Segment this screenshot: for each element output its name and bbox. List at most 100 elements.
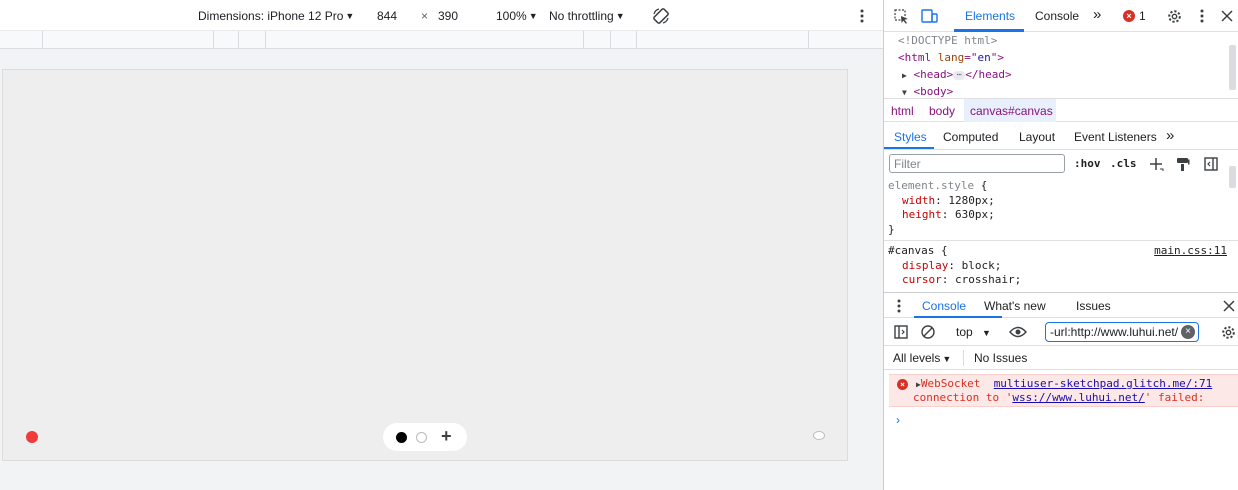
live-expression-eye-icon[interactable] (1008, 324, 1028, 340)
prop-name: cursor (902, 273, 942, 286)
console-prompt[interactable]: › (896, 413, 900, 427)
style-prop-cursor[interactable]: cursor: crosshair; (902, 273, 1021, 288)
throttling-dropdown[interactable]: No throttling ▼ (549, 9, 625, 23)
inspect-element-icon[interactable] (893, 8, 909, 24)
breadcrumb-body[interactable]: body (929, 104, 955, 118)
collapse-arrow-icon[interactable]: ▼ (902, 88, 907, 97)
clear-filter-icon[interactable]: × (1181, 325, 1195, 339)
error-icon: × (897, 379, 908, 390)
caret-down-icon: ▼ (982, 328, 991, 338)
close-drawer-icon[interactable] (1222, 299, 1236, 313)
paint-brush-icon[interactable] (1175, 156, 1191, 172)
zoom-label: 100% (496, 9, 527, 23)
tab-event-listeners[interactable]: Event Listeners (1074, 130, 1157, 144)
add-color-icon[interactable]: + (441, 427, 452, 445)
ruler-mark (213, 31, 214, 49)
style-prop-height[interactable]: height: 630px; (902, 208, 995, 223)
error-source-link[interactable]: multiuser-sketchpad.glitch.me/:71 (994, 377, 1213, 390)
prop-name: display (902, 259, 949, 272)
html-attr-eq: =" (964, 51, 978, 64)
breadcrumb-html[interactable]: html (891, 104, 914, 118)
error-count[interactable]: 1 (1139, 9, 1146, 23)
console-error-message[interactable]: × ▶WebSocket multiuser-sketchpad.glitch.… (889, 374, 1238, 407)
context-selector[interactable]: top ▼ (956, 325, 991, 339)
console-filter-input[interactable]: -url:http://www.luhui.net/ (1045, 322, 1199, 342)
body-node[interactable]: ▼ <body> (902, 83, 953, 98)
canvas-rule[interactable]: #canvas { (888, 244, 948, 259)
devtools-tabbar: Elements Console » × 1 (884, 0, 1238, 32)
head-open-tag: <head> (913, 68, 954, 81)
drawer-menu-icon[interactable] (894, 298, 904, 314)
tab-elements[interactable]: Elements (965, 9, 1015, 23)
toggle-sidebar-icon[interactable] (1203, 156, 1219, 172)
error-url-link[interactable]: wss://www.luhui.net/ (1012, 391, 1144, 404)
html-attr-name: lang (937, 51, 965, 64)
caret-down-icon: ▼ (615, 11, 625, 21)
drawer-tab-console[interactable]: Console (922, 299, 966, 313)
caret-down-icon: ▼ (942, 354, 952, 364)
drawer-tab-issues[interactable]: Issues (1076, 299, 1111, 313)
more-tabs-icon[interactable]: » (1166, 127, 1174, 144)
clear-console-icon[interactable] (920, 324, 936, 340)
console-sidebar-icon[interactable] (893, 324, 909, 340)
ruler-mark (636, 31, 637, 49)
device-toggle-icon[interactable] (920, 8, 938, 24)
width-input[interactable]: 844 (377, 9, 397, 23)
head-node[interactable]: ▶ <head> ⋯ </head> (902, 66, 1012, 84)
tab-styles[interactable]: Styles (894, 130, 927, 144)
media-query-ruler[interactable] (0, 31, 883, 49)
devtools-panel: Elements Console » × 1 <!DOCTYPE html> <… (883, 0, 1238, 490)
dom-scrollbar[interactable] (1229, 45, 1236, 90)
html-attr-value: en (977, 51, 991, 64)
doctype-node[interactable]: <!DOCTYPE html> (898, 32, 997, 49)
more-options-icon[interactable] (855, 8, 869, 24)
collapsed-ellipsis-icon[interactable]: ⋯ (953, 70, 966, 80)
chat-bubble-icon[interactable] (813, 431, 825, 440)
more-tabs-icon[interactable]: » (1093, 6, 1101, 23)
html-node[interactable]: <html lang="en"> (898, 49, 1004, 66)
head-close-tag: </head> (965, 68, 1012, 81)
issues-status[interactable]: No Issues (974, 351, 1027, 365)
tab-layout[interactable]: Layout (1019, 130, 1055, 144)
styles-filter-input[interactable]: Filter (889, 154, 1065, 173)
height-input[interactable]: 390 (438, 9, 458, 23)
element-style-rule[interactable]: element.style { (888, 179, 987, 194)
new-style-rule-icon[interactable] (1148, 156, 1164, 172)
sketchpad-canvas[interactable]: + (2, 69, 848, 461)
tab-computed[interactable]: Computed (943, 130, 998, 144)
device-dimensions-dropdown[interactable]: Dimensions: iPhone 12 Pro ▼ (198, 9, 354, 23)
drawer-tab-whats-new[interactable]: What's new (984, 299, 1046, 313)
black-color-swatch[interactable] (396, 432, 407, 443)
tab-console[interactable]: Console (1035, 9, 1079, 23)
styles-tabbar: Styles Computed Layout Event Listeners » (884, 124, 1238, 150)
rule-open-brace: { (974, 179, 988, 192)
prop-value: block (961, 259, 995, 272)
rule-divider (884, 240, 1238, 241)
rotate-icon[interactable] (651, 6, 671, 26)
source-link[interactable]: main.css:11 (1154, 244, 1227, 259)
hov-toggle[interactable]: :hov (1074, 157, 1101, 170)
device-toolbar: Dimensions: iPhone 12 Pro ▼ 844 × 390 100… (0, 0, 883, 31)
error-icon[interactable]: × (1123, 10, 1135, 22)
breadcrumb-canvas[interactable]: canvas#canvas (970, 104, 1053, 118)
customize-menu-icon[interactable] (1196, 8, 1208, 24)
log-levels-dropdown[interactable]: All levels ▼ (893, 351, 951, 365)
styles-scrollbar[interactable] (1229, 166, 1236, 188)
settings-gear-icon[interactable] (1166, 8, 1182, 24)
html-tag: <html (898, 51, 938, 64)
canvas-selector: #canvas (888, 244, 935, 257)
prop-name: height (902, 208, 942, 221)
ruler-mark (265, 31, 266, 49)
cls-toggle[interactable]: .cls (1110, 157, 1137, 170)
expand-arrow-icon[interactable]: ▶ (902, 71, 907, 80)
style-prop-display[interactable]: display: block; (902, 259, 1001, 274)
console-settings-gear-icon[interactable] (1220, 324, 1236, 340)
close-devtools-icon[interactable] (1220, 9, 1234, 23)
styles-filter-row: Filter :hov .cls (884, 150, 1238, 178)
white-color-swatch[interactable] (416, 432, 427, 443)
style-prop-width[interactable]: width: 1280px; (902, 194, 995, 209)
zoom-dropdown[interactable]: 100% ▼ (496, 9, 538, 23)
prop-name: width (902, 194, 936, 207)
element-style-selector: element.style (888, 179, 975, 192)
prop-value: crosshair (955, 273, 1015, 286)
